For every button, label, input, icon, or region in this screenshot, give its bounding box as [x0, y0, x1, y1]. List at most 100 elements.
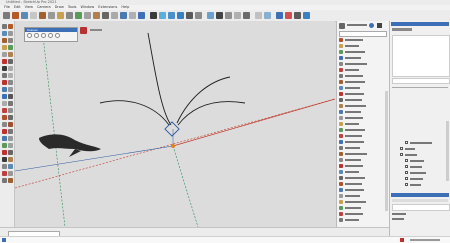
rectangle-icon[interactable]	[8, 38, 13, 43]
back-view-icon[interactable]	[195, 11, 202, 19]
plugin-icon[interactable]	[339, 86, 343, 90]
move-icon[interactable]	[8, 45, 13, 50]
flip-icon[interactable]	[2, 129, 7, 134]
scene-refresh-icon[interactable]	[27, 33, 32, 38]
tool-h-icon[interactable]	[2, 157, 7, 162]
walk-icon[interactable]	[2, 101, 7, 106]
extension-warehouse-icon[interactable]	[285, 11, 292, 19]
orbit-icon[interactable]	[120, 11, 127, 19]
select-tool-icon[interactable]	[3, 11, 10, 19]
text-icon[interactable]	[2, 73, 7, 78]
drape-icon[interactable]	[8, 122, 13, 127]
stamp-icon[interactable]	[2, 122, 7, 127]
tool-k-icon[interactable]	[8, 164, 13, 169]
scene-add-icon[interactable]	[34, 33, 39, 38]
line-icon[interactable]	[8, 31, 13, 36]
xray-icon[interactable]	[207, 11, 214, 19]
plugin-icon[interactable]	[339, 146, 343, 150]
plugin-icon[interactable]	[339, 98, 343, 102]
tray-checkbox[interactable]	[405, 165, 408, 168]
rotate-tool-icon[interactable]	[84, 11, 91, 19]
tray-input[interactable]	[392, 78, 450, 84]
scale-tool-icon[interactable]	[93, 11, 100, 19]
tool-l-icon[interactable]	[2, 171, 7, 176]
tray-checkbox[interactable]	[400, 153, 403, 156]
zoom-extents-icon[interactable]	[150, 11, 157, 19]
smoove-icon[interactable]	[8, 115, 13, 120]
plugin-icon[interactable]	[339, 170, 343, 174]
plugin-icon[interactable]	[339, 206, 343, 210]
panel-settings-icon[interactable]	[369, 23, 374, 28]
offset-icon[interactable]	[66, 11, 73, 19]
zoom-window-icon[interactable]	[8, 94, 13, 99]
protractor-icon[interactable]	[8, 66, 13, 71]
tool-n-icon[interactable]	[2, 178, 7, 183]
tray-scrollbar[interactable]	[446, 121, 449, 181]
plugin-icon[interactable]	[339, 134, 343, 138]
arc-tool-icon[interactable]	[39, 11, 46, 19]
textured-icon[interactable]	[243, 11, 250, 19]
tool-a-icon[interactable]	[8, 129, 13, 134]
plugin-icon[interactable]	[339, 128, 343, 132]
pan-icon[interactable]	[129, 11, 136, 19]
tool-j-icon[interactable]	[2, 164, 7, 169]
follow-me-icon[interactable]	[2, 59, 7, 64]
tool-f-icon[interactable]	[2, 150, 7, 155]
warehouse-icon[interactable]	[276, 11, 283, 19]
plugin-icon[interactable]	[339, 44, 343, 48]
shaded-icon[interactable]	[234, 11, 241, 19]
plugin-panel-scrollbar[interactable]	[385, 91, 388, 211]
tray-checkbox[interactable]	[400, 147, 403, 150]
plugin-icon[interactable]	[339, 68, 343, 72]
extension-manager-icon[interactable]	[303, 11, 310, 19]
plugin-icon[interactable]	[339, 56, 343, 60]
plugin-icon[interactable]	[339, 38, 343, 42]
start-icon[interactable]	[2, 238, 6, 242]
text-tool-icon[interactable]	[111, 11, 118, 19]
plugin-icon[interactable]	[339, 212, 343, 216]
push-pull-icon[interactable]	[57, 11, 64, 19]
plugin-icon[interactable]	[339, 164, 343, 168]
zoom-icon[interactable]	[2, 94, 7, 99]
tray-checkbox[interactable]	[405, 141, 408, 144]
layout-icon[interactable]	[294, 11, 301, 19]
plugin-icon[interactable]	[339, 74, 343, 78]
tray-checkbox[interactable]	[405, 171, 408, 174]
scene-canvas[interactable]	[15, 21, 335, 227]
tape-measure-icon[interactable]	[102, 11, 109, 19]
plugin-icon[interactable]	[339, 116, 343, 120]
scene-remove-icon[interactable]	[41, 33, 46, 38]
eraser-icon[interactable]	[21, 11, 28, 19]
section-cut-icon[interactable]	[264, 11, 271, 19]
dimension-icon[interactable]	[2, 80, 7, 85]
tray-checkbox[interactable]	[405, 183, 408, 186]
move-tool-icon[interactable]	[75, 11, 82, 19]
pushpull-icon[interactable]	[2, 45, 7, 50]
tape-icon[interactable]	[2, 66, 7, 71]
user-avatar[interactable]	[339, 23, 345, 29]
plugin-icon[interactable]	[339, 182, 343, 186]
plugin-icon[interactable]	[339, 104, 343, 108]
plugin-icon[interactable]	[339, 62, 343, 66]
shape-tool-icon[interactable]	[48, 11, 55, 19]
plugin-icon[interactable]	[339, 140, 343, 144]
right-view-icon[interactable]	[186, 11, 193, 19]
selection-gizmo[interactable]	[164, 121, 180, 137]
zoom-icon[interactable]	[138, 11, 145, 19]
panel-close-icon[interactable]	[377, 23, 382, 28]
position-camera-icon[interactable]	[2, 108, 7, 113]
tray-section-header[interactable]	[391, 193, 449, 197]
plugin-icon[interactable]	[339, 200, 343, 204]
plugin-icon[interactable]	[339, 152, 343, 156]
hidden-line-icon[interactable]	[225, 11, 232, 19]
scale-icon[interactable]	[8, 52, 13, 57]
rotate-icon[interactable]	[2, 52, 7, 57]
sandbox-icon[interactable]	[2, 115, 7, 120]
line-tool-icon[interactable]	[30, 11, 37, 19]
tray-checkbox[interactable]	[405, 177, 408, 180]
plugin-icon[interactable]	[339, 80, 343, 84]
plugin-icon[interactable]	[339, 194, 343, 198]
plugin-icon[interactable]	[339, 218, 343, 222]
select-icon[interactable]	[2, 24, 7, 29]
pan-icon[interactable]	[8, 87, 13, 92]
